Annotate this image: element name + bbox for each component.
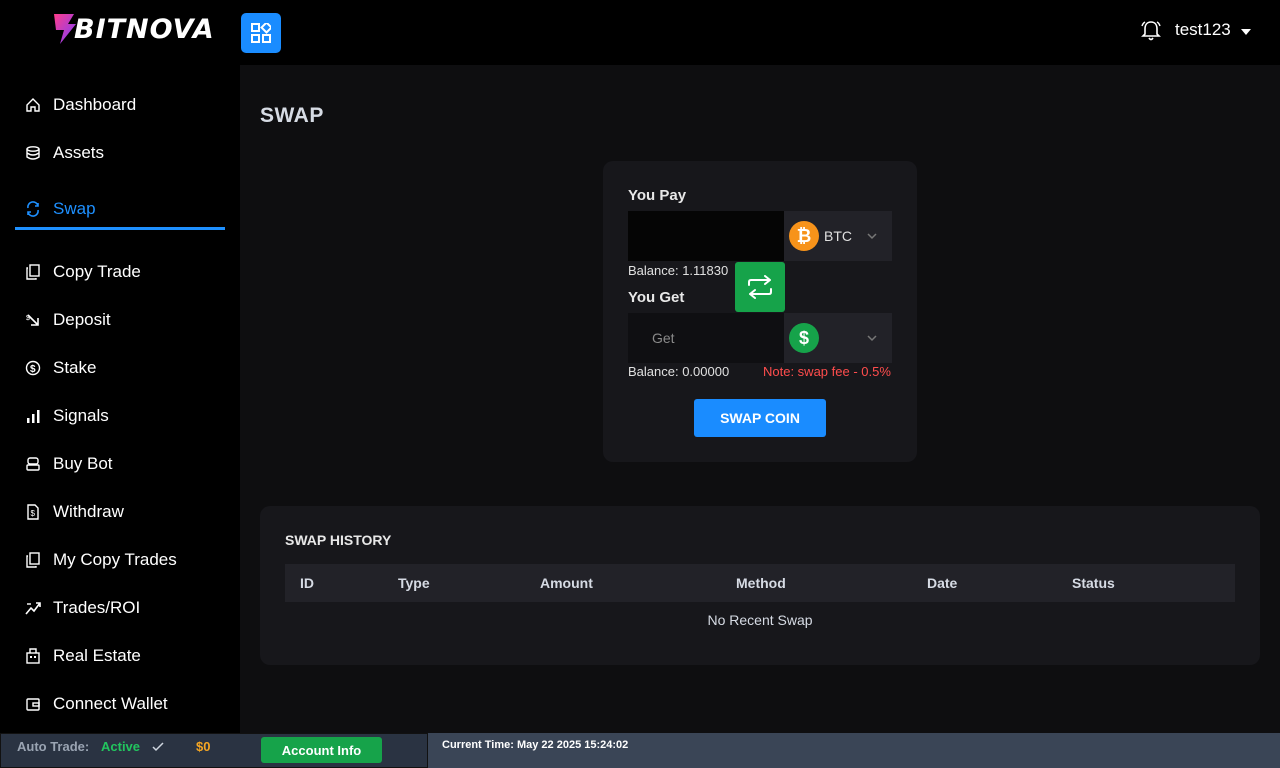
brand-name: BITNOVA — [74, 14, 215, 45]
username: test123 — [1175, 20, 1231, 39]
status-footer: Auto Trade: Active $0 Account Info Curre… — [0, 733, 1280, 768]
check-icon — [152, 742, 164, 752]
current-time: Current Time: May 22 2025 15:24:02 — [442, 739, 629, 751]
apps-grid-button[interactable] — [241, 13, 281, 53]
sidebar-item-copy-trade[interactable]: Copy Trade — [15, 252, 225, 292]
database-icon — [25, 145, 41, 161]
bitcoin-icon: ₿ — [789, 221, 819, 251]
sidebar-item-label: Connect Wallet — [53, 694, 168, 713]
sidebar-item-my-copy-trades[interactable]: My Copy Trades — [15, 540, 225, 580]
sidebar-item-label: Withdraw — [53, 502, 124, 521]
pay-coin-select[interactable]: ₿ BTC — [784, 211, 892, 261]
get-balance: Balance: 0.00000 — [628, 364, 730, 379]
dollar-coin-icon: $ — [789, 323, 819, 353]
sidebar: BITNOVA Dashboard Assets Swap Copy Trade $ De… — [0, 0, 240, 733]
sidebar-item-label: Stake — [53, 358, 97, 377]
sidebar-item-withdraw[interactable]: $ Withdraw — [15, 492, 225, 532]
col-date: Date — [927, 575, 958, 591]
history-table-header: ID Type Amount Method Date Status — [285, 564, 1235, 602]
history-title: SWAP HISTORY — [285, 532, 392, 548]
bar-chart-icon — [25, 408, 41, 424]
wallet-icon — [25, 696, 41, 712]
footer-left: Auto Trade: Active $0 Account Info — [0, 733, 428, 768]
sidebar-item-label: Buy Bot — [53, 454, 113, 473]
history-empty-text: No Recent Swap — [707, 612, 813, 628]
col-type: Type — [398, 575, 430, 591]
sidebar-item-label: Trades/ROI — [53, 598, 141, 617]
swap-fee-note: Note: swap fee - 0.5% — [763, 364, 891, 379]
account-info-button[interactable]: Account Info — [261, 737, 382, 763]
sidebar-item-label: Assets — [53, 143, 105, 162]
copy-icon — [25, 264, 41, 280]
pay-coin-name: BTC — [824, 228, 852, 244]
sidebar-item-label: Dashboard — [53, 95, 137, 114]
caret-down-icon — [1240, 29, 1251, 35]
sidebar-item-stake[interactable]: $ Stake — [15, 348, 225, 388]
sidebar-item-swap[interactable]: Swap — [15, 190, 225, 230]
col-amount: Amount — [540, 575, 593, 591]
sidebar-item-label: Deposit — [53, 310, 111, 329]
app-root: BITNOVA Dashboard Assets Swap Copy Trade $ De… — [0, 0, 1280, 768]
page-title: SWAP — [260, 104, 324, 127]
swap-card: You Pay ₿ BTC Balance: 1.11830 You Get $… — [603, 161, 917, 462]
home-icon — [25, 97, 41, 113]
svg-text:$: $ — [31, 509, 36, 518]
sidebar-item-label: Signals — [53, 406, 109, 425]
swap-icon — [25, 200, 41, 217]
trend-icon — [25, 600, 41, 616]
footer-balance: $0 — [196, 739, 211, 754]
get-amount-input[interactable] — [628, 313, 784, 363]
sidebar-item-buy-bot[interactable]: Buy Bot — [15, 444, 225, 484]
deposit-arrow-icon: $ — [25, 312, 41, 328]
svg-text:$: $ — [30, 364, 36, 375]
notification-bell-icon[interactable] — [1141, 20, 1161, 42]
sidebar-item-assets[interactable]: Assets — [15, 133, 225, 173]
dollar-circle-icon: $ — [25, 360, 41, 376]
withdraw-file-icon: $ — [25, 504, 41, 520]
swap-direction-button[interactable] — [735, 262, 785, 312]
sidebar-item-real-estate[interactable]: Real Estate — [15, 636, 225, 676]
bot-icon — [25, 456, 41, 472]
copy-icon — [25, 552, 41, 568]
sidebar-item-label: My Copy Trades — [53, 550, 177, 569]
col-id: ID — [300, 575, 314, 591]
get-coin-select[interactable]: $ — [784, 313, 892, 363]
auto-trade-label: Auto Trade: — [17, 739, 90, 754]
swap-coin-button[interactable]: SWAP COIN — [694, 399, 826, 437]
sidebar-item-label: Copy Trade — [53, 262, 141, 281]
auto-trade-status: Active — [101, 739, 141, 754]
building-icon — [25, 648, 41, 664]
you-get-label: You Get — [628, 289, 685, 306]
grid-icon — [251, 23, 271, 43]
swap-history-panel: SWAP HISTORY ID Type Amount Method Date … — [260, 506, 1260, 665]
you-pay-label: You Pay — [628, 187, 687, 204]
sidebar-item-label: Real Estate — [53, 646, 141, 665]
sidebar-item-label: Swap — [53, 198, 96, 218]
sidebar-item-dashboard[interactable]: Dashboard — [15, 85, 225, 125]
sidebar-item-trades-roi[interactable]: Trades/ROI — [15, 588, 225, 628]
sidebar-item-signals[interactable]: Signals — [15, 396, 225, 436]
chevron-down-icon — [867, 233, 877, 240]
topbar: test123 — [240, 0, 1280, 65]
chevron-down-icon — [867, 335, 877, 342]
sidebar-item-deposit[interactable]: $ Deposit — [15, 300, 225, 340]
pay-balance: Balance: 1.11830 — [628, 263, 729, 278]
user-menu[interactable]: test123 — [1175, 20, 1251, 40]
pay-amount-input[interactable] — [628, 211, 784, 261]
svg-text:$: $ — [26, 315, 30, 322]
brand-logo[interactable]: BITNOVA — [52, 12, 214, 46]
col-method: Method — [736, 575, 786, 591]
col-status: Status — [1072, 575, 1115, 591]
swap-arrows-icon — [748, 275, 772, 299]
sidebar-item-connect-wallet[interactable]: Connect Wallet — [15, 684, 225, 724]
